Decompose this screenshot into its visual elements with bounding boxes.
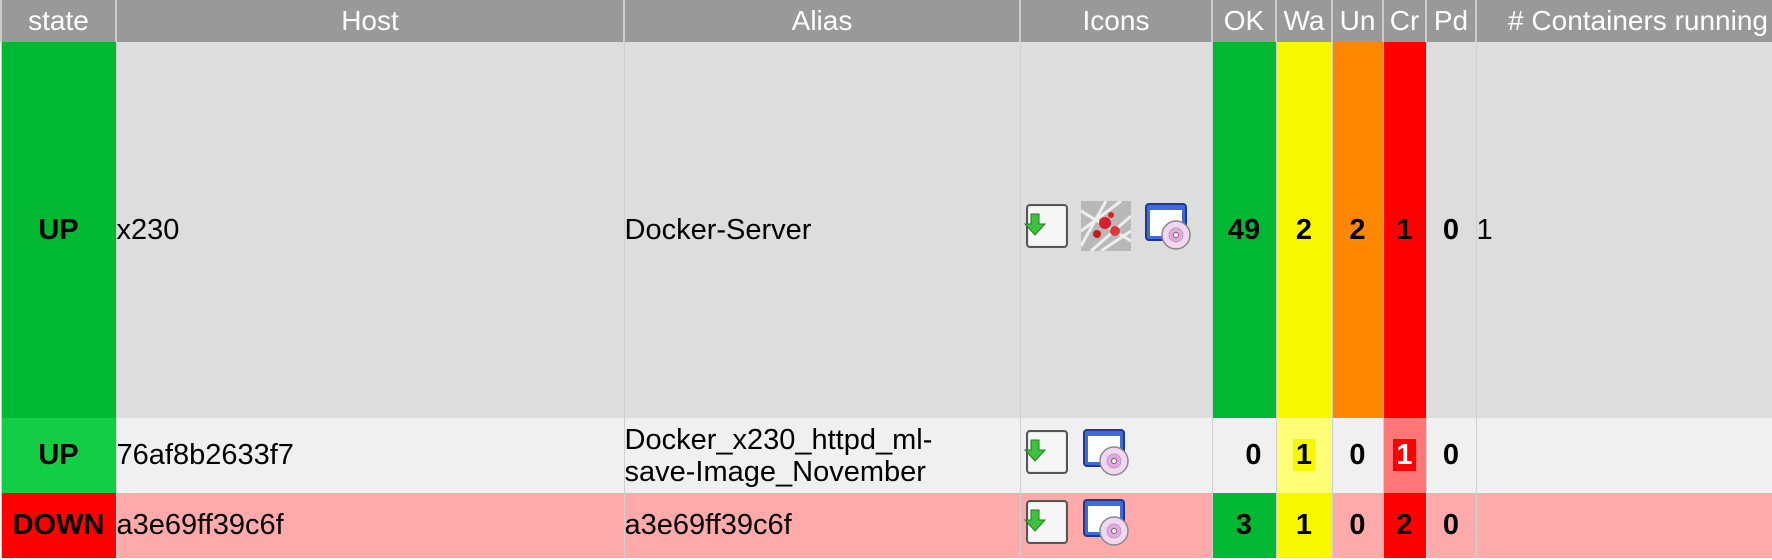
critical-count-value: 1 <box>1393 439 1416 471</box>
ok-count[interactable]: 49 <box>1211 42 1277 418</box>
col-header-ok[interactable]: OK <box>1211 0 1277 42</box>
containers-running <box>1475 418 1772 493</box>
state-badge: UP <box>0 42 117 418</box>
critical-count[interactable]: 2 <box>1382 493 1427 558</box>
download-icon[interactable] <box>1021 498 1069 554</box>
warning-count-value: 1 <box>1292 439 1316 471</box>
host-link[interactable]: a3e69ff39c6f <box>115 493 625 558</box>
alias-line-1: Docker_x230_httpd_ml- <box>624 423 933 456</box>
warning-count[interactable]: 1 <box>1275 418 1333 493</box>
table-row: UP x230 Docker-Server 49 2 2 1 0 1 <box>0 42 1772 418</box>
containers-running: 1 <box>1475 42 1772 418</box>
warning-count[interactable]: 1 <box>1275 493 1333 558</box>
download-icon[interactable] <box>1021 202 1069 258</box>
col-header-icons[interactable]: Icons <box>1019 0 1213 42</box>
critical-count[interactable]: 1 <box>1382 418 1427 493</box>
icons-cell <box>1019 418 1213 493</box>
host-link[interactable]: x230 <box>115 42 625 418</box>
col-header-critical[interactable]: Cr <box>1382 0 1427 42</box>
alias-text: Docker_x230_httpd_ml- save-Image_Novembe… <box>623 418 1021 493</box>
pending-count[interactable]: 0 <box>1425 493 1477 558</box>
col-header-pending[interactable]: Pd <box>1425 0 1477 42</box>
disc-window-icon[interactable] <box>1081 427 1131 485</box>
download-icon[interactable] <box>1021 428 1069 484</box>
alias-line-2: save-Image_November <box>624 455 926 488</box>
state-badge: DOWN <box>0 493 117 558</box>
containers-running <box>1475 493 1772 558</box>
ok-count[interactable]: 3 <box>1211 493 1277 558</box>
col-header-alias[interactable]: Alias <box>623 0 1021 42</box>
col-header-warning[interactable]: Wa <box>1275 0 1333 42</box>
col-header-host[interactable]: Host <box>115 0 625 42</box>
disc-window-icon[interactable] <box>1143 201 1193 259</box>
icons-cell <box>1019 42 1213 418</box>
critical-count[interactable]: 1 <box>1382 42 1427 418</box>
unknown-count[interactable]: 2 <box>1331 42 1384 418</box>
col-header-state[interactable]: state <box>0 0 117 42</box>
host-table: state Host Alias Icons OK Wa Un Cr Pd # … <box>0 0 1772 558</box>
host-link[interactable]: 76af8b2633f7 <box>115 418 625 493</box>
unknown-count[interactable]: 0 <box>1331 493 1384 558</box>
header-row: state Host Alias Icons OK Wa Un Cr Pd # … <box>0 0 1772 42</box>
col-header-containers[interactable]: # Containers running <box>1475 0 1772 42</box>
unknown-count[interactable]: 0 <box>1331 418 1384 493</box>
col-header-unknown[interactable]: Un <box>1331 0 1384 42</box>
pending-count[interactable]: 0 <box>1425 42 1477 418</box>
pending-count[interactable]: 0 <box>1425 418 1477 493</box>
table-row: DOWN a3e69ff39c6f a3e69ff39c6f 3 1 0 2 0 <box>0 493 1772 558</box>
icons-cell <box>1019 493 1213 558</box>
alias-text: a3e69ff39c6f <box>623 493 1021 558</box>
alias-text: Docker-Server <box>623 42 1021 418</box>
disc-window-icon[interactable] <box>1081 497 1131 555</box>
ok-count[interactable]: 0 <box>1211 418 1277 493</box>
warning-count[interactable]: 2 <box>1275 42 1333 418</box>
state-badge: UP <box>0 418 117 493</box>
table-row: UP 76af8b2633f7 Docker_x230_httpd_ml- sa… <box>0 418 1772 493</box>
photo-thumbnail-icon[interactable] <box>1079 199 1132 259</box>
